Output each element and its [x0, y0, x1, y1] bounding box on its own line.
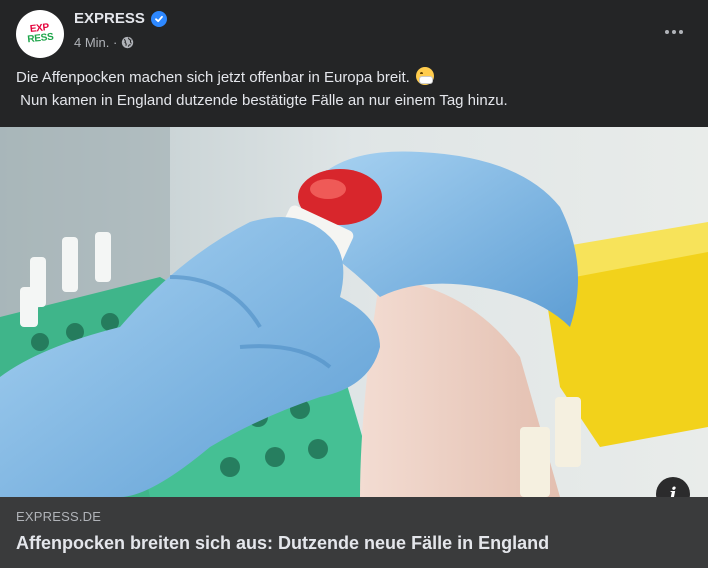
avatar[interactable]: EXP RESS [16, 10, 64, 58]
avatar-logo: EXP RESS [26, 22, 54, 46]
post-text: Die Affenpocken machen sich jetzt offenb… [16, 66, 692, 112]
medical-mask-emoji-icon [416, 67, 435, 85]
page-name[interactable]: EXPRESS [74, 10, 145, 27]
globe-icon[interactable] [121, 36, 134, 49]
post-text-line-2: Nun kamen in England dutzende bestätigte… [16, 92, 508, 109]
post-text-line-1: Die Affenpocken machen sich jetzt offenb… [16, 66, 692, 89]
feed-post: EXP RESS EXPRESS 4 Min. · Die Affenpocken… [0, 0, 708, 568]
link-domain: EXPRESS.DE [16, 509, 102, 524]
post-photo[interactable]: i [0, 127, 708, 497]
lab-photo-illustration [0, 127, 708, 497]
name-row: EXPRESS [74, 10, 167, 27]
verified-check-icon [150, 10, 167, 27]
timestamp[interactable]: 4 Min. · [74, 35, 117, 50]
post-meta: 4 Min. · [74, 35, 134, 50]
more-options-icon[interactable] [656, 14, 692, 50]
link-title[interactable]: Affenpocken breiten sich aus: Dutzende n… [16, 533, 549, 554]
link-preview[interactable]: EXPRESS.DE Affenpocken breiten sich aus:… [0, 497, 708, 568]
post-header: EXP RESS EXPRESS 4 Min. · [16, 8, 692, 58]
